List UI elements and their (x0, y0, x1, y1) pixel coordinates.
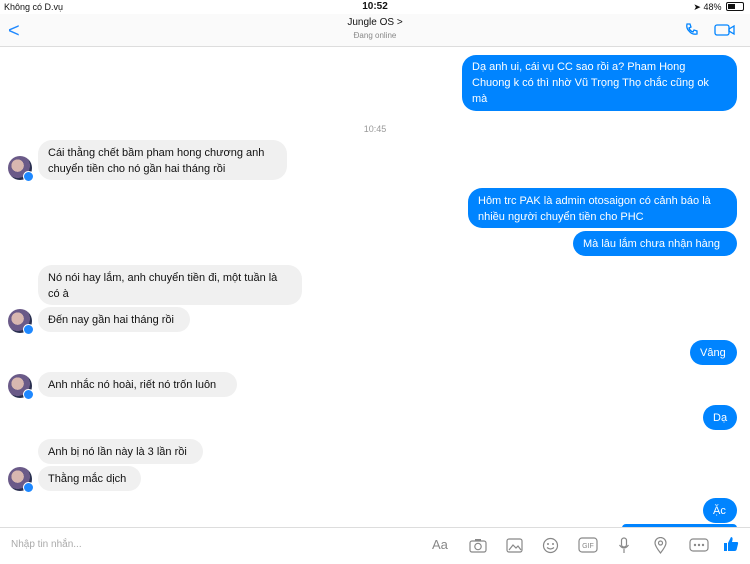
message-incoming[interactable]: Anh nhắc nó hoài, riết nó trốn luôn (38, 372, 237, 397)
message-outgoing[interactable]: Ặc (703, 498, 737, 523)
gif-icon[interactable]: GIF (578, 537, 598, 553)
location-icon[interactable] (654, 537, 667, 554)
mic-icon[interactable] (618, 537, 630, 554)
message-incoming[interactable]: Anh bị nó lần này là 3 lần rồi (38, 439, 203, 464)
text-format-button[interactable]: Aa (432, 537, 448, 552)
contact-avatar[interactable] (8, 156, 34, 182)
svg-text:GIF: GIF (582, 543, 594, 550)
battery-icon (726, 2, 744, 11)
phone-call-icon[interactable] (684, 22, 700, 38)
messenger-badge-icon (23, 482, 34, 493)
message-incoming[interactable]: Đến nay gần hai tháng rồi (38, 307, 190, 332)
battery-percent: 48% (703, 2, 722, 12)
message-outgoing[interactable]: Hôm trc PAK là admin otosaigon có cảnh b… (468, 188, 737, 228)
message-text-line: Hôm trc PAK là admin otosaigon có cảnh b… (478, 195, 711, 207)
conversation-header: < Jungle OS > Đang online (0, 14, 750, 47)
clock: 10:52 (362, 1, 388, 12)
message-text-line: Cái thằng chết bầm pham hong chương anh (48, 147, 265, 159)
contact-avatar[interactable] (8, 467, 34, 493)
message-outgoing[interactable]: Dạ (703, 405, 737, 430)
contact-name[interactable]: Jungle OS > (0, 17, 750, 28)
video-call-icon[interactable] (714, 23, 736, 37)
contact-avatar[interactable] (8, 374, 34, 400)
message-incoming[interactable]: Thằng mắc dịch (38, 466, 141, 491)
message-outgoing[interactable]: Vâng (690, 340, 737, 365)
message-incoming[interactable]: Cái thằng chết bầm pham hong chương anh … (38, 140, 287, 180)
message-input[interactable]: Nhập tin nhắn... (11, 539, 82, 550)
message-incoming[interactable]: Nó nói hay lắm, anh chuyển tiền đi, một … (38, 265, 302, 305)
emoji-icon[interactable] (542, 537, 559, 554)
location-arrow-icon: ➤ (693, 2, 701, 12)
like-icon[interactable] (722, 535, 740, 553)
contact-avatar[interactable] (8, 309, 34, 335)
message-text-line: nhiều người chuyển tiền cho PHC (478, 211, 644, 223)
message-composer: Nhập tin nhắn... Aa GIF (0, 527, 750, 564)
message-outgoing[interactable]: Dạ anh ui, cái vụ CC sao rồi a? Pham Hon… (462, 55, 737, 111)
message-text-line: Chuong k có thì nhờ Vũ Trọng Thọ chắc cũ… (472, 77, 709, 89)
message-text-line: Nó nói hay lắm, anh chuyển tiền đi, một … (48, 272, 278, 284)
photo-icon[interactable] (506, 537, 523, 553)
message-outgoing[interactable]: Mà lâu lắm chưa nhận hàng (573, 231, 737, 256)
battery-indicator: ➤ 48% (693, 2, 744, 13)
online-status: Đang online (353, 31, 397, 40)
message-text-line: có à (48, 288, 69, 300)
more-icon[interactable] (689, 537, 709, 553)
message-text-line: chuyển tiền cho nó gần hai tháng rồi (48, 163, 226, 175)
message-text-line: Dạ anh ui, cái vụ CC sao rồi a? Pham Hon… (472, 61, 686, 73)
messenger-badge-icon (23, 389, 34, 400)
camera-icon[interactable] (469, 537, 487, 553)
messenger-badge-icon (23, 324, 34, 335)
messenger-badge-icon (23, 171, 34, 182)
time-separator: 10:45 (363, 124, 387, 134)
status-bar: Không có D.vụ 10:52 ➤ 48% (0, 0, 750, 14)
message-text-line: mà (472, 93, 488, 105)
